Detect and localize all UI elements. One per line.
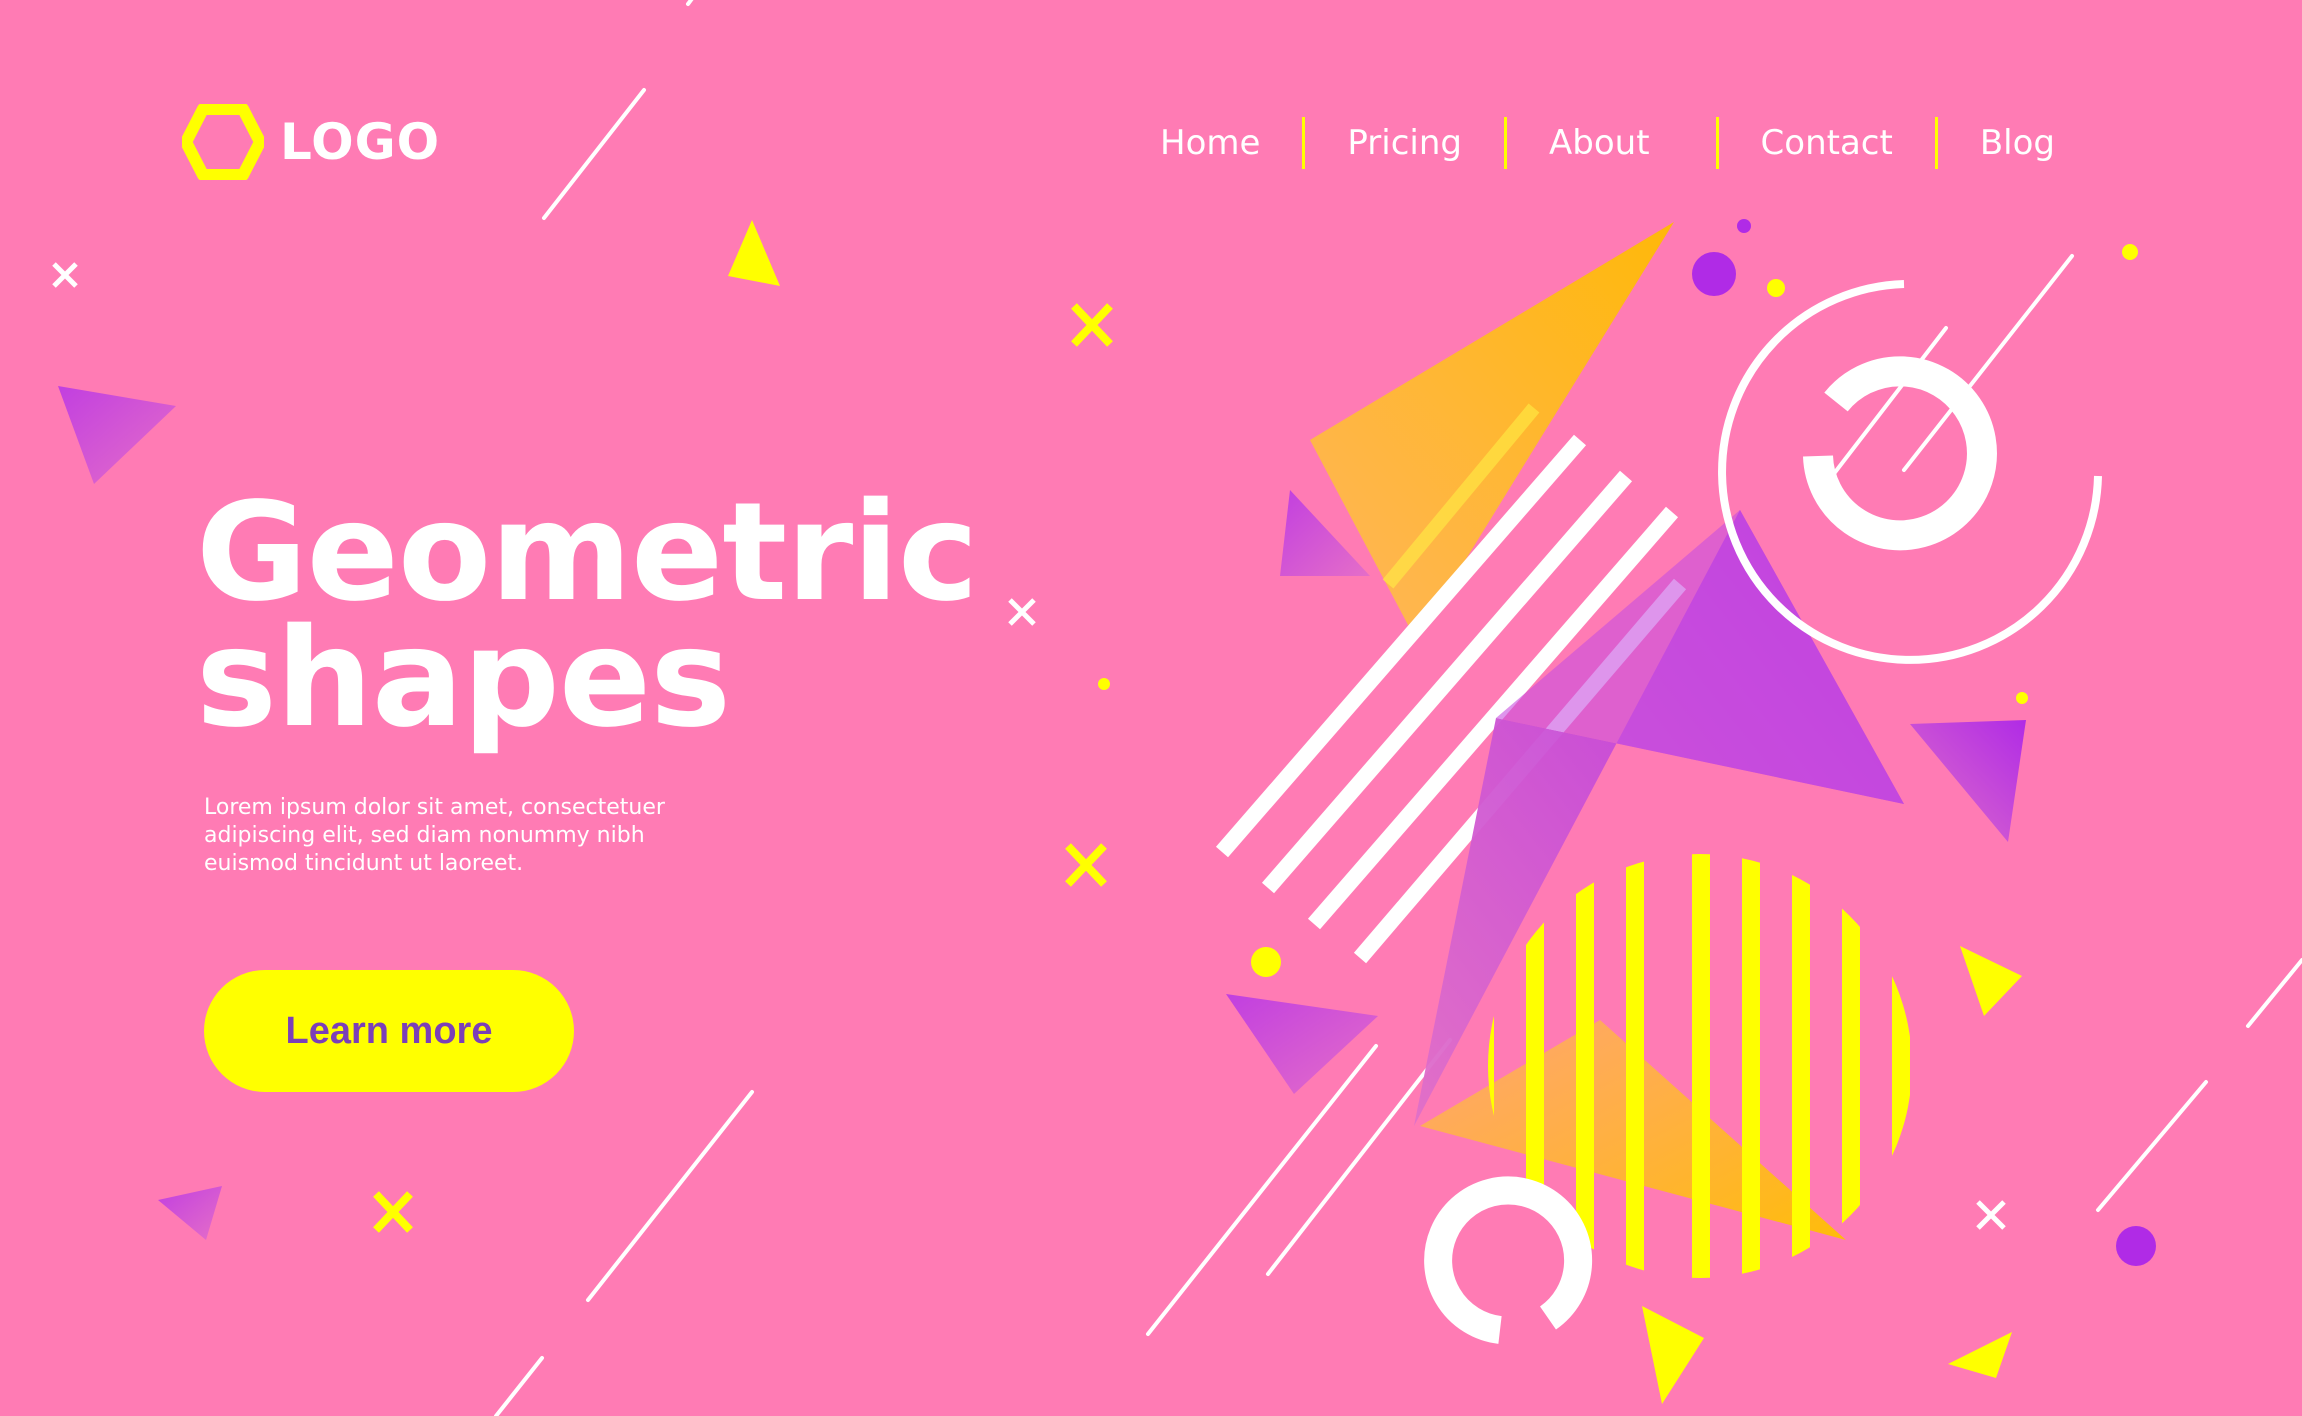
ring-bottom-thick xyxy=(1424,1176,1593,1344)
purple-triangle-lower xyxy=(1226,994,1378,1094)
hero-description: Lorem ipsum dolor sit amet, consectetuer… xyxy=(204,795,665,876)
nav-item-pricing[interactable]: Pricing xyxy=(1305,113,1504,173)
nav-item-contact[interactable]: Contact xyxy=(1719,113,1935,173)
hero-title-line-1: Geometric xyxy=(196,474,979,632)
yellow-triangle-right xyxy=(1960,946,2022,1016)
landing-page: LOGO Home Pricing About Contact Blog Geo… xyxy=(0,0,2302,1416)
yellow-striped-circle xyxy=(1488,854,1910,1278)
yellow-cross-icon xyxy=(1065,843,1107,887)
purple-dot-right xyxy=(2116,1226,2156,1266)
purple-triangle-right xyxy=(1910,720,2026,842)
nav-item-blog[interactable]: Blog xyxy=(1938,113,2097,173)
hexagon-icon xyxy=(182,104,264,180)
yellow-triangle-bottom-right xyxy=(1948,1332,2012,1378)
hero-title: Geometric shapes xyxy=(196,474,979,758)
yellow-dot xyxy=(1251,947,1281,977)
learn-more-button[interactable]: Learn more xyxy=(204,970,574,1092)
yellow-dot xyxy=(1767,279,1785,297)
purple-dot-large xyxy=(1692,252,1736,296)
yellow-dot xyxy=(1098,678,1110,690)
purple-dot-small xyxy=(1737,219,1751,233)
logo-text: LOGO xyxy=(280,113,441,171)
white-cross-icon xyxy=(1008,598,1036,626)
hero-title-line-2: shapes xyxy=(196,600,731,758)
purple-triangle-left xyxy=(58,386,176,484)
ring-small-thick xyxy=(1803,356,1997,551)
white-cross-icon xyxy=(1976,1200,2006,1230)
yellow-triangle-top xyxy=(728,220,780,286)
logo[interactable]: LOGO xyxy=(182,100,440,184)
yellow-dot xyxy=(2016,692,2028,704)
purple-triangle-bottom-left xyxy=(158,1186,222,1240)
white-cross-icon xyxy=(52,262,78,288)
yellow-cross-icon xyxy=(373,1191,413,1233)
yellow-triangle-bottom xyxy=(1642,1306,1704,1404)
ring-large-outline xyxy=(1718,280,2102,664)
main-nav: Home Pricing About Contact Blog xyxy=(1118,110,2097,176)
yellow-cross-icon xyxy=(1071,303,1113,347)
nav-item-home[interactable]: Home xyxy=(1118,113,1302,173)
yellow-dot xyxy=(2122,244,2138,260)
nav-item-about[interactable]: About xyxy=(1507,113,1716,173)
